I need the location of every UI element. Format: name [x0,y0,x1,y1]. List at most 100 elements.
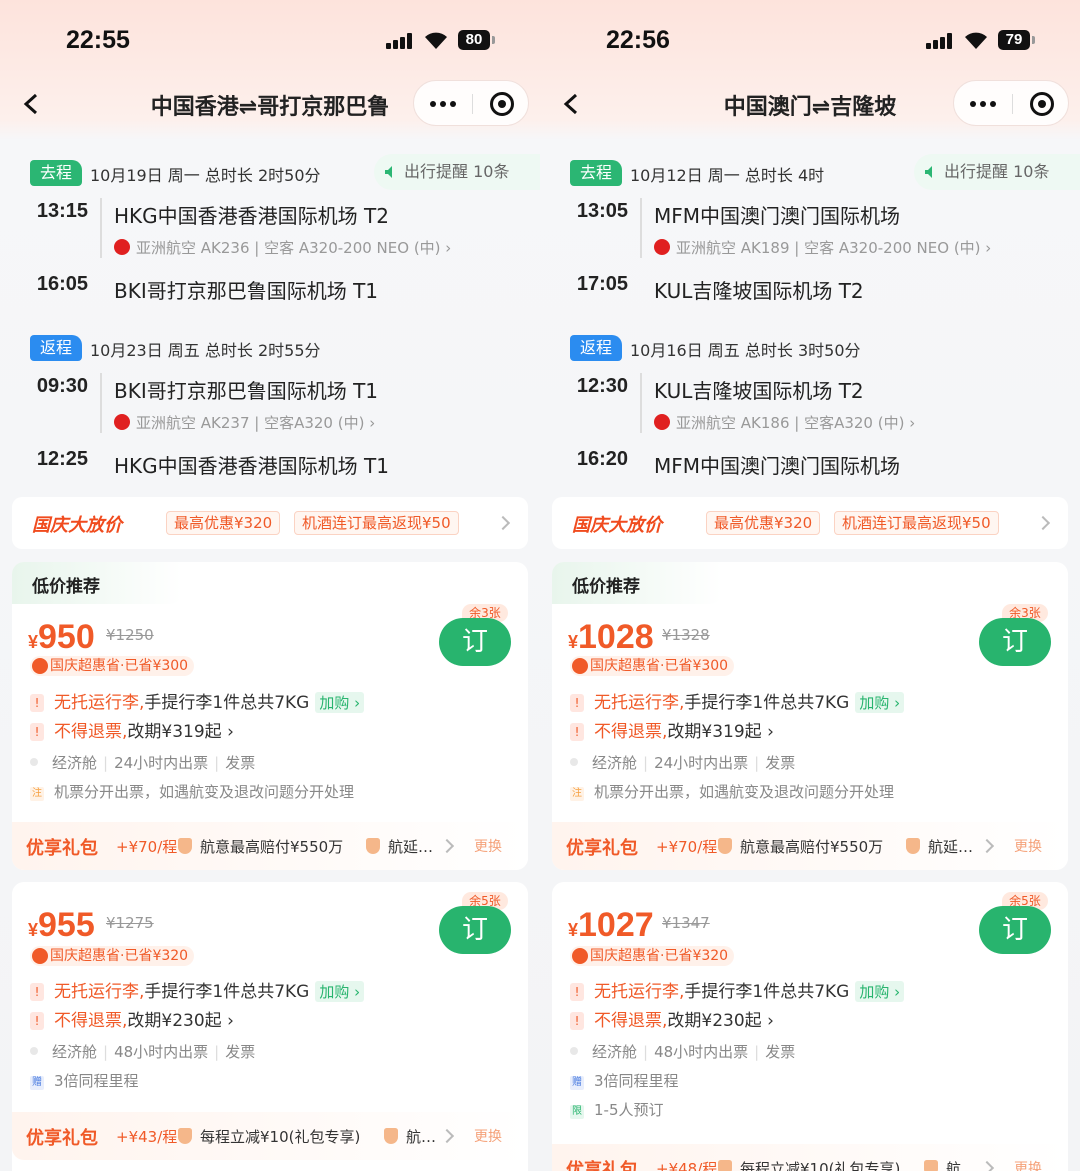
gift-package-bar[interactable]: 优享礼包 +¥70/程 航意最高赔付¥550万 航延… 更换 [12,822,528,870]
refund-rule[interactable]: ! 不得退票,改期¥230起 › [30,1006,234,1031]
add-baggage-button[interactable]: 加购 › [315,692,365,713]
add-baggage-button[interactable]: 加购 › [315,981,365,1002]
baggage-rule: ! 无托运行李,手提行李1件总共7KG 加购 › [570,688,905,713]
close-target-icon[interactable] [490,92,514,116]
page-title: 中国香港⇌哥打京那巴鲁 [150,95,390,120]
book-button[interactable]: 订 [979,618,1051,666]
more-icon[interactable] [970,101,996,107]
swap-button[interactable]: 更换 [1014,836,1042,856]
gift-package-price: +¥48/程 [656,1160,718,1171]
gift-item-text: 航意最高赔付¥550万 [200,838,344,856]
fare-price-value: 1028 [578,618,654,656]
arrival-time: 16:05 [36,273,88,295]
route-line [100,198,102,258]
gift-item-text: 航延… [388,838,434,856]
original-price: ¥1250 [106,626,154,644]
outbound-info: 10月12日 周一 总时长 4时 [630,166,825,185]
warning-icon: ! [570,723,584,741]
gift-item: 航… [924,1158,976,1171]
airasia-logo-icon [654,239,670,255]
refund-warning: 不得退票, [54,1011,128,1031]
ticketing-time: 24小时内出票 [114,754,209,772]
close-target-icon[interactable] [1030,92,1054,116]
refund-rule[interactable]: ! 不得退票,改期¥319起 › [30,717,234,742]
fare-card: 低价推荐 ¥1028 ¥1328 国庆超惠省·已省¥300 余3张 订 ! 无托运… [552,562,1068,870]
swap-button[interactable]: 更换 [474,1126,502,1146]
baggage-text: 手提行李1件总共7KG [684,693,850,713]
gift-item-text: 每程立减¥10(礼包专享) [740,1160,901,1171]
dot-icon [570,758,578,766]
gift-package-price: +¥43/程 [116,1128,178,1146]
limit-icon: 限 [570,1105,584,1119]
fare-price: ¥1027 [568,906,654,945]
signal-icon [926,33,954,49]
promo-banner[interactable]: 国庆大放价 最高优惠¥320 机酒连订最高返现¥50 [552,497,1068,549]
gift-item-text: 航延… [928,838,974,856]
flight-info[interactable]: 亚洲航空 AK237 | 空客A320 (中) › [114,413,375,433]
swap-button[interactable]: 更换 [1014,1158,1042,1171]
flight-info[interactable]: 亚洲航空 AK189 | 空客 A320-200 NEO (中) › [654,238,991,258]
fare-meta: 经济舱 | 24小时内出票 | 发票 [570,752,795,773]
fare-meta: 经济舱 | 48小时内出票 | 发票 [30,1041,255,1062]
departure-airport: KUL吉隆坡国际机场 T2 [654,379,864,403]
wifi-icon [425,32,447,49]
saving-badge: 国庆超惠省·已省¥300 [30,656,195,676]
book-button[interactable]: 订 [439,618,511,666]
note-icon: 注 [30,787,44,801]
shield-icon [384,1128,398,1144]
route-line [640,373,642,433]
status-bar: 22:56 79 [540,22,1080,62]
fare-card: ¥1027 ¥1347 国庆超惠省·已省¥320 余5张 订 ! 无托运行李,手提… [552,882,1068,1171]
arrival-airport: BKI哥打京那巴鲁国际机场 T1 [114,279,379,303]
gift-item: 每程立减¥10(礼包专享) [718,1158,900,1171]
saving-badge: 国庆超惠省·已省¥320 [30,946,195,966]
gift-package-title: 优享礼包 [26,838,98,859]
more-icon[interactable] [430,101,456,107]
add-baggage-button[interactable]: 加购 › [855,692,905,713]
promo-banner[interactable]: 国庆大放价 最高优惠¥320 机酒连订最高返现¥50 [12,497,528,549]
outbound-segment: 去程 10月12日 周一 总时长 4时 出行提醒 10条 13:05 MFM中国… [540,154,1080,320]
refund-rule[interactable]: ! 不得退票,改期¥230起 › [570,1006,774,1031]
travel-reminder-label: 出行提醒 10条 [944,162,1050,181]
chevron-right-icon [1035,515,1051,531]
gift-package-bar[interactable]: 优享礼包 +¥43/程 每程立减¥10(礼包专享) 航… 更换 [12,1112,528,1160]
ticketing-time: 24小时内出票 [654,754,749,772]
airasia-logo-icon [114,239,130,255]
refund-rule[interactable]: ! 不得退票,改期¥319起 › [570,717,774,742]
gift-package-bar[interactable]: 优享礼包 +¥48/程 每程立减¥10(礼包专享) 航… 更换 [552,1144,1068,1171]
return-segment: 返程 10月23日 周五 总时长 2时55分 09:30 BKI哥打京那巴鲁国际… [0,335,540,495]
gift-icon: 赠 [570,1076,584,1090]
travel-reminder[interactable]: 出行提醒 10条 [914,154,1080,190]
ticketing-time: 48小时内出票 [114,1043,209,1061]
gift-item-text: 航… [406,1128,437,1146]
saving-badge: 国庆超惠省·已省¥320 [570,946,735,966]
currency-symbol: ¥ [28,920,39,940]
gift-package-bar[interactable]: 优享礼包 +¥70/程 航意最高赔付¥550万 航延… 更换 [552,822,1068,870]
swap-button[interactable]: 更换 [474,836,502,856]
return-tag: 返程 [570,335,622,361]
saving-badge: 国庆超惠省·已省¥300 [570,656,735,676]
back-arrow-icon[interactable] [18,90,46,118]
travel-reminder[interactable]: 出行提醒 10条 [374,154,540,190]
fare-price-value: 955 [38,906,95,944]
outbound-info: 10月19日 周一 总时长 2时50分 [90,166,321,185]
gift-package-price: +¥70/程 [116,838,178,856]
mileage-perk: 赠 3倍同程里程 [30,1070,139,1091]
return-info: 10月16日 周五 总时长 3时50分 [630,341,861,360]
back-arrow-icon[interactable] [558,90,586,118]
book-button[interactable]: 订 [439,906,511,954]
return-info: 10月23日 周五 总时长 2时55分 [90,341,321,360]
add-baggage-button[interactable]: 加购 › [855,981,905,1002]
flight-info[interactable]: 亚洲航空 AK236 | 空客 A320-200 NEO (中) › [114,238,451,258]
chevron-right-icon [439,1128,455,1144]
book-button[interactable]: 订 [979,906,1051,954]
refund-warning: 不得退票, [594,1011,668,1031]
flight-info[interactable]: 亚洲航空 AK186 | 空客A320 (中) › [654,413,915,433]
airasia-logo-icon [654,414,670,430]
gift-package-title: 优享礼包 [26,1128,98,1149]
gift-item-text: 每程立减¥10(礼包专享) [200,1128,361,1146]
currency-symbol: ¥ [568,632,579,652]
departure-time: 12:30 [576,375,628,397]
passenger-limit: 限 1-5人预订 [570,1099,664,1120]
shield-icon [906,838,920,854]
